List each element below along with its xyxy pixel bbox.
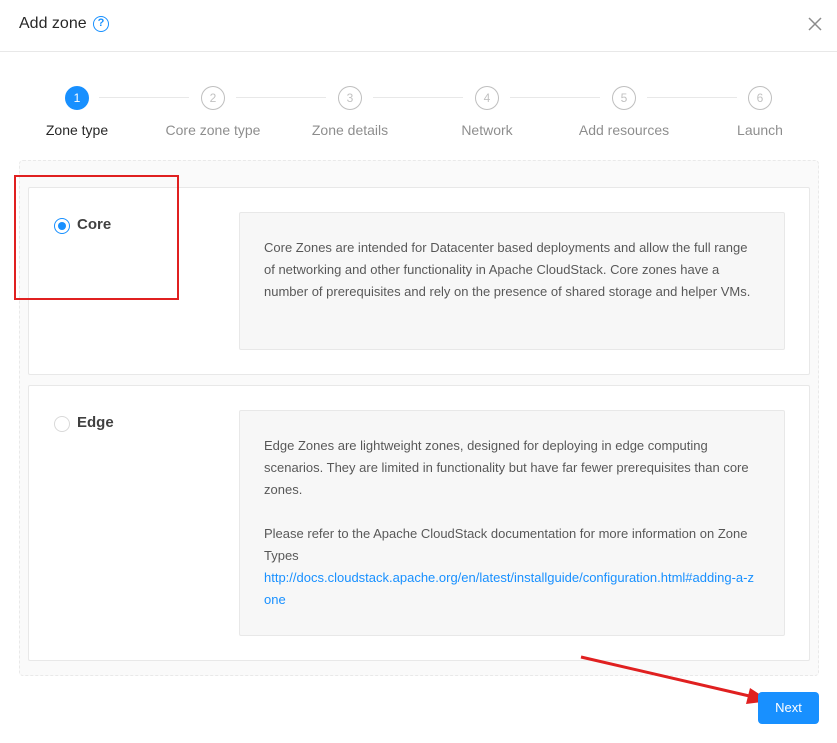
step-label-add-resources: Add resources — [578, 122, 670, 138]
step-connector — [99, 97, 189, 98]
step-label-network: Network — [461, 122, 513, 138]
step-5-icon: 5 — [612, 86, 636, 110]
zone-option-edge[interactable]: Edge Edge Zones are lightweight zones, d… — [28, 385, 810, 661]
step-connector — [647, 97, 737, 98]
step-label-launch: Launch — [737, 122, 783, 138]
docs-link[interactable]: http://docs.cloudstack.apache.org/en/lat… — [264, 570, 754, 607]
step-label-zone-details: Zone details — [311, 122, 389, 138]
annotation-highlight-box — [14, 175, 179, 300]
edge-description: Edge Zones are lightweight zones, design… — [239, 410, 785, 636]
step-3-icon: 3 — [338, 86, 362, 110]
edge-docs-text: Please refer to the Apache CloudStack do… — [264, 526, 748, 563]
edge-radio[interactable] — [54, 416, 70, 432]
close-icon[interactable] — [806, 15, 824, 33]
steps-bar: 1 2 3 4 5 6 Zone type Core zone type Zon… — [0, 86, 837, 146]
step-label-zone-type: Zone type — [45, 122, 109, 138]
step-connector — [373, 97, 463, 98]
dialog-header: Add zone ? — [0, 0, 837, 52]
core-description-text: Core Zones are intended for Datacenter b… — [264, 240, 751, 299]
edge-description-text: Edge Zones are lightweight zones, design… — [264, 438, 749, 497]
step-2-icon: 2 — [201, 86, 225, 110]
step-connector — [236, 97, 326, 98]
step-label-core-zone-type: Core zone type — [165, 122, 261, 138]
dialog-title: Add zone — [19, 15, 87, 32]
next-button[interactable]: Next — [758, 692, 819, 724]
step-6-icon: 6 — [748, 86, 772, 110]
edge-radio-label[interactable]: Edge — [77, 414, 114, 431]
core-description: Core Zones are intended for Datacenter b… — [239, 212, 785, 350]
step-connector — [510, 97, 600, 98]
step-4-icon: 4 — [475, 86, 499, 110]
question-circle-icon[interactable]: ? — [93, 16, 109, 32]
step-1-icon: 1 — [65, 86, 89, 110]
